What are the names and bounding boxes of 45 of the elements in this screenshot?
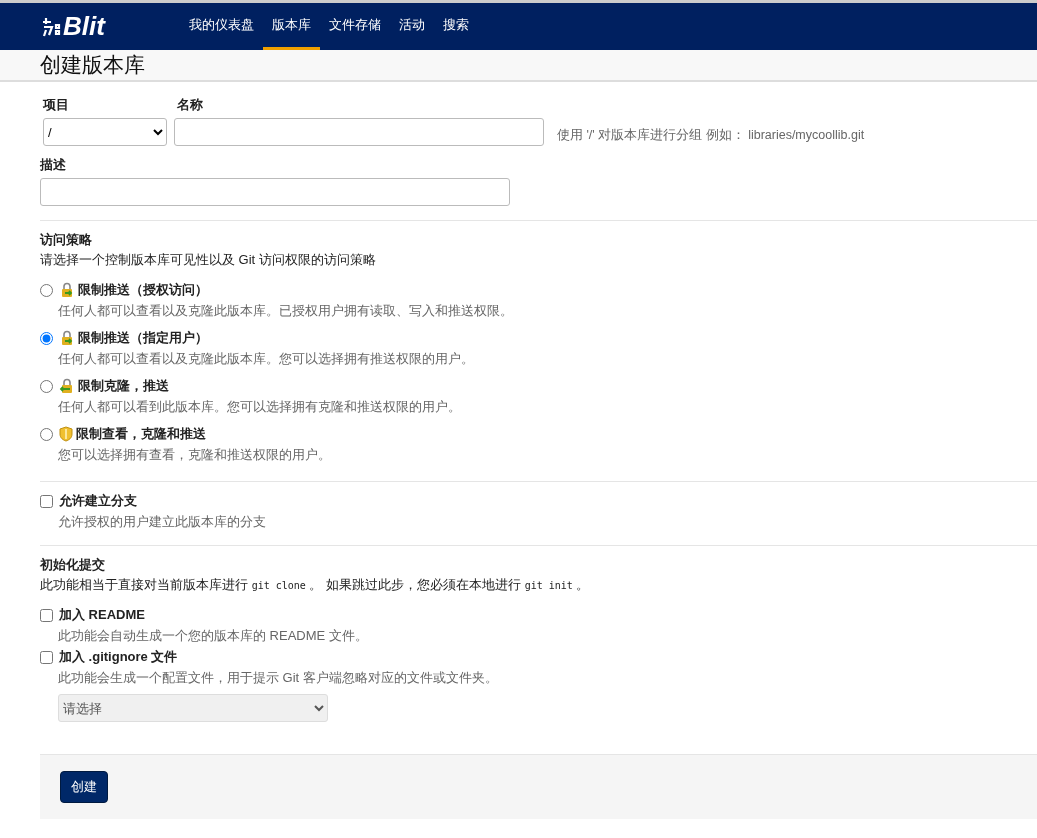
access-option-description: 您可以选择拥有查看，克隆和推送权限的用户。 bbox=[57, 446, 332, 464]
access-option-description: 任何人都可以查看以及克隆此版本库。您可以选择拥有推送权限的用户。 bbox=[57, 350, 475, 368]
project-select[interactable]: / bbox=[43, 118, 167, 146]
name-hint-text: 使用 '/' 对版本库进行分组 例如： libraries/mycoollib.git bbox=[557, 127, 865, 144]
field-label: 项目 bbox=[41, 96, 70, 114]
name-input-field[interactable] bbox=[174, 118, 544, 146]
field-label: 描述 bbox=[40, 156, 67, 174]
logo-text: Blit bbox=[63, 11, 105, 42]
section-title: 初始化提交 bbox=[40, 556, 106, 574]
lock-icon bbox=[59, 378, 75, 394]
gitignore-select[interactable]: 请选择 bbox=[58, 694, 328, 722]
checkbox-description: 此功能会自动生成一个您的版本库的 README 文件。 bbox=[57, 627, 369, 645]
init-checkbox[interactable] bbox=[40, 608, 53, 622]
lock-icon bbox=[59, 330, 75, 346]
access-radio[interactable] bbox=[40, 331, 53, 345]
field-label: 名称 bbox=[176, 96, 204, 114]
access-option-label: 限制推送（授权访问） bbox=[78, 281, 208, 299]
description-input-field[interactable] bbox=[40, 178, 510, 206]
access-option-label: 限制克隆，推送 bbox=[78, 377, 169, 395]
logo-mark-icon bbox=[42, 15, 62, 38]
init-checkbox[interactable] bbox=[40, 650, 53, 664]
create-button[interactable]: 创建 bbox=[60, 771, 108, 803]
shield-icon bbox=[59, 426, 73, 442]
section-subtitle: 请选择一个控制版本库可见性以及 Git 访问权限的访问策略 bbox=[40, 251, 377, 269]
nav-tab[interactable]: 我的仪表盘 bbox=[180, 3, 263, 50]
page-title: 创建版本库 bbox=[40, 52, 146, 78]
checkbox-label: 加入 README bbox=[59, 606, 145, 624]
checkbox-label: 允许建立分支 bbox=[59, 492, 137, 510]
section-title: 访问策略 bbox=[40, 231, 93, 249]
access-option-description: 任何人都可以查看以及克隆此版本库。已授权用户拥有读取、写入和推送权限。 bbox=[57, 302, 514, 320]
access-radio[interactable] bbox=[40, 427, 53, 441]
init-note-text: 此功能相当于直接对当前版本库进行 git clone 。 如果跳过此步，您必须在本地进行 git init 。 bbox=[40, 576, 591, 594]
fork-checkbox[interactable] bbox=[40, 494, 53, 508]
checkbox-description: 此功能会生成一个配置文件，用于提示 Git 客户端忽略对应的文件或文件夹。 bbox=[57, 669, 499, 687]
access-radio[interactable] bbox=[40, 283, 53, 297]
access-option-label: 限制查看，克隆和推送 bbox=[76, 425, 206, 443]
access-radio[interactable] bbox=[40, 379, 53, 393]
checkbox-description: 允许授权的用户建立此版本库的分支 bbox=[57, 513, 267, 531]
access-option-description: 任何人都可以看到此版本库。您可以选择拥有克隆和推送权限的用户。 bbox=[57, 398, 462, 416]
lock-icon bbox=[59, 282, 75, 298]
nav-tab[interactable]: 活动 bbox=[390, 3, 434, 50]
access-option-label: 限制推送（指定用户） bbox=[78, 329, 208, 347]
checkbox-label: 加入 .gitignore 文件 bbox=[59, 648, 178, 666]
nav-tab[interactable]: 搜索 bbox=[434, 3, 478, 50]
nav-tab[interactable]: 文件存储 bbox=[320, 3, 390, 50]
